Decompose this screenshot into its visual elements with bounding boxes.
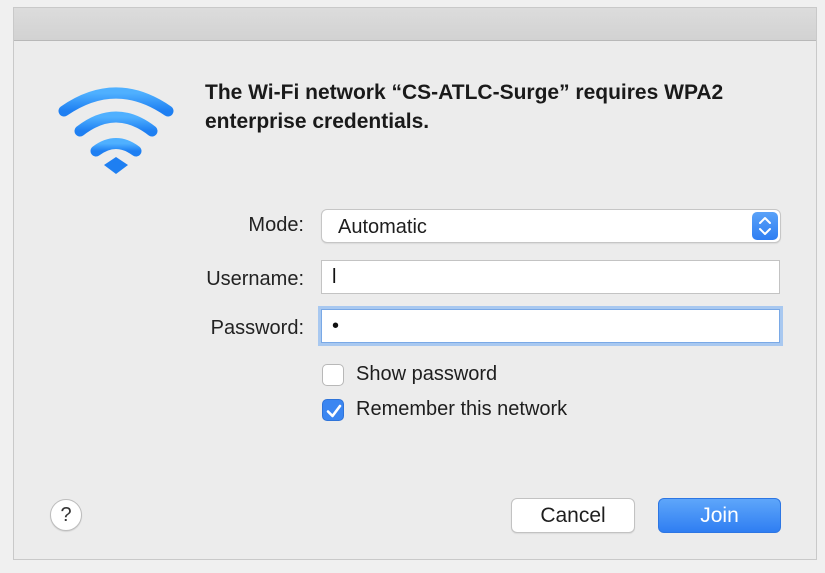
remember-network-label[interactable]: Remember this network: [356, 398, 567, 421]
remember-network-checkbox[interactable]: [322, 399, 344, 421]
help-button[interactable]: ?: [50, 499, 82, 531]
dialog-titlebar[interactable]: [14, 8, 816, 41]
mode-select[interactable]: Automatic: [321, 209, 781, 243]
mode-select-value: Automatic: [338, 216, 427, 238]
password-label: Password:: [210, 317, 304, 339]
username-label: Username:: [206, 268, 304, 290]
show-password-label[interactable]: Show password: [356, 363, 497, 386]
chevron-updown-icon: [752, 212, 778, 240]
password-value: •: [332, 315, 340, 337]
wifi-credentials-dialog: The Wi-Fi network “CS-ATLC-Surge” requir…: [13, 7, 817, 560]
dialog-headline: The Wi-Fi network “CS-ATLC-Surge” requir…: [205, 81, 724, 133]
password-field[interactable]: •: [321, 309, 780, 343]
show-password-checkbox[interactable]: [322, 364, 344, 386]
mode-label: Mode:: [248, 214, 304, 236]
wifi-icon: [54, 81, 178, 181]
username-value: l: [332, 266, 337, 288]
checkmark-icon: [326, 404, 342, 418]
username-field[interactable]: l: [321, 260, 780, 294]
join-button[interactable]: Join: [658, 498, 781, 533]
cancel-button[interactable]: Cancel: [511, 498, 635, 533]
